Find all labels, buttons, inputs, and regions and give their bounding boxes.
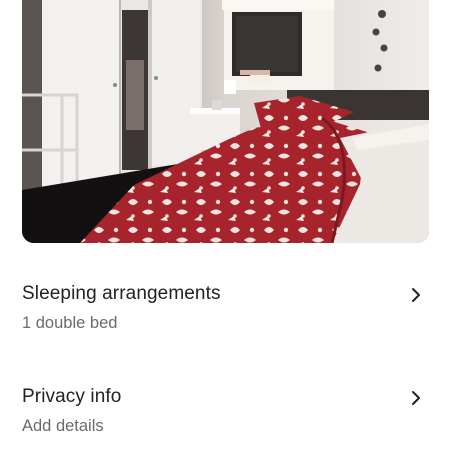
sleeping-arrangements-title: Sleeping arrangements — [22, 283, 221, 304]
chevron-right-icon[interactable] — [410, 287, 422, 303]
chevron-right-icon[interactable] — [410, 390, 422, 406]
privacy-info-title: Privacy info — [22, 386, 122, 407]
privacy-info-row[interactable]: Privacy info Add details — [22, 384, 428, 450]
sleeping-arrangements-row[interactable]: Sleeping arrangements 1 double bed — [22, 281, 428, 347]
privacy-info-subtitle: Add details — [22, 417, 104, 435]
bedroom-photo[interactable] — [22, 0, 429, 243]
sleeping-arrangements-subtitle: 1 double bed — [22, 314, 118, 332]
listing-details-screen: Sleeping arrangements 1 double bed Priva… — [0, 0, 450, 450]
